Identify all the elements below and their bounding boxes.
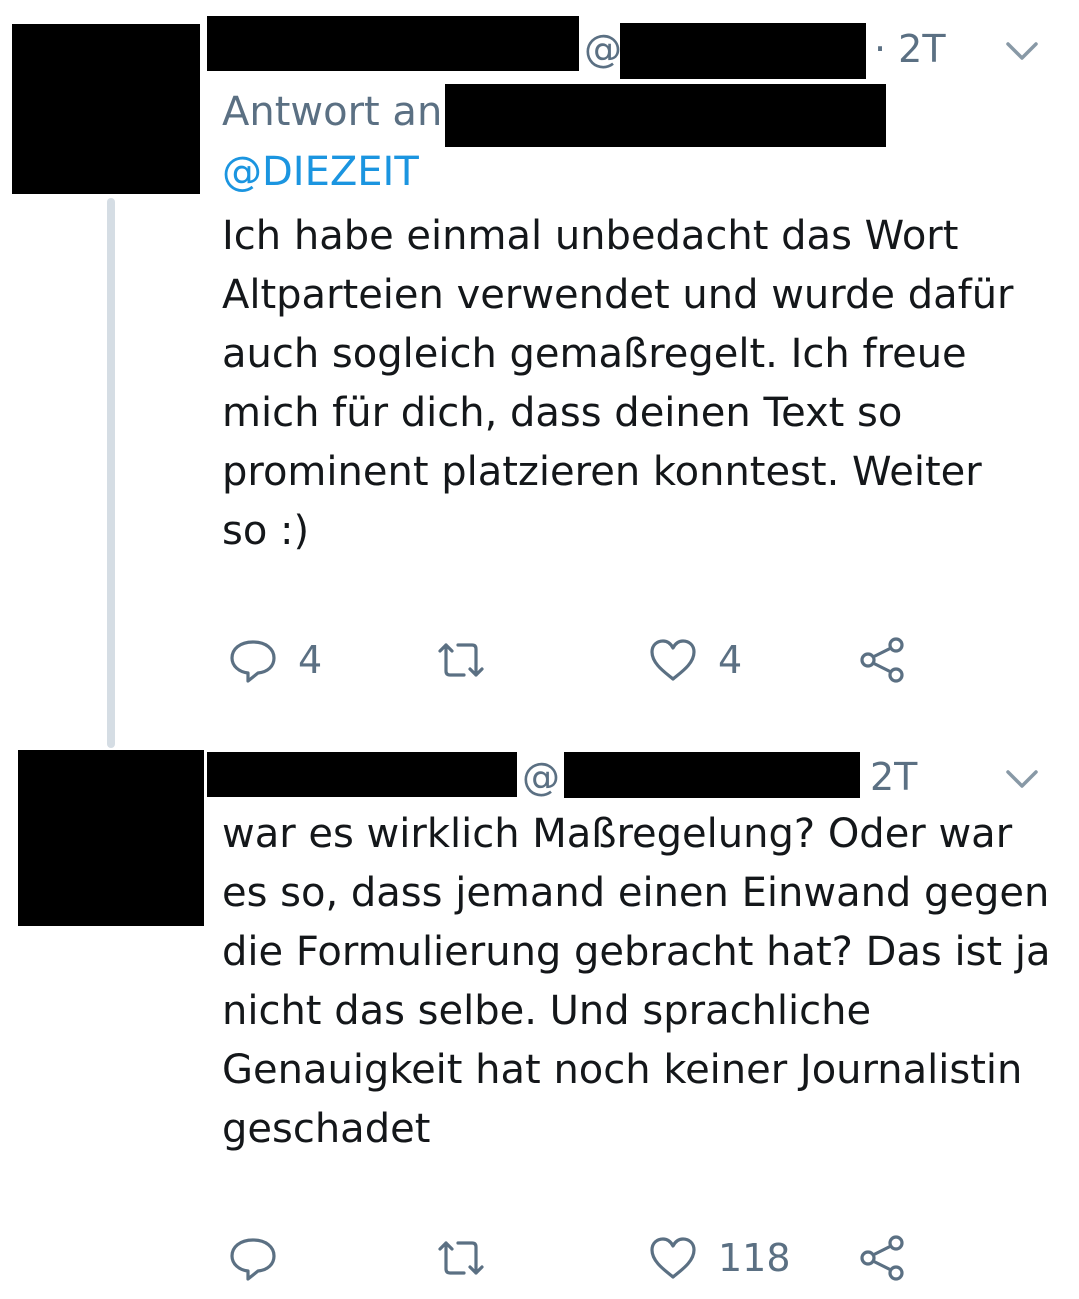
avatar-redacted[interactable] [12, 24, 200, 194]
tweet-timestamp[interactable]: · 2T [874, 30, 946, 68]
retweet-icon [438, 1241, 484, 1275]
thread-connector-line [107, 198, 115, 748]
tweet-text-line: geschadet [222, 1106, 431, 1152]
share-icon [860, 637, 904, 683]
tweet-text-line: mich für dich, dass deinen Text so [222, 390, 903, 436]
handle-at-sign: @ [584, 27, 622, 71]
tweet-text-line: die Formulierung gebracht hat? Das ist j… [222, 929, 1051, 975]
tweet-text-line: Genauigkeit hat noch keiner Journalistin [222, 1047, 1023, 1093]
display-name-redacted[interactable] [207, 16, 579, 71]
tweet-text-line: Ich habe einmal unbedacht das Wort [222, 213, 959, 259]
like-icon [650, 1237, 696, 1279]
tweet-thread: @ · 2T Antwort an @DIEZEIT Ich habe einm… [0, 0, 1079, 1299]
reply-to-label: Antwort an [222, 89, 443, 135]
tweet-actions: 4 4 [222, 630, 942, 690]
share-button[interactable] [856, 1228, 910, 1288]
reply-icon [230, 1238, 276, 1281]
display-name-redacted[interactable] [207, 752, 517, 797]
handle-at-sign: @ [522, 755, 560, 799]
reply-count: 4 [298, 638, 323, 682]
retweet-icon [438, 643, 484, 677]
retweet-button[interactable] [434, 630, 506, 690]
like-icon [650, 639, 696, 681]
handle-redacted[interactable] [620, 23, 866, 79]
reply-button[interactable]: 4 [226, 630, 322, 690]
reply-icon [230, 640, 276, 683]
tweet-text-line: so :) [222, 508, 310, 554]
like-count: 118 [718, 1236, 791, 1280]
retweet-button[interactable] [434, 1228, 506, 1288]
tweet-text-line: war es wirklich Maßregelung? Oder war [222, 811, 1013, 857]
like-button[interactable]: 4 [646, 630, 742, 690]
tweet-body: Ich habe einmal unbedacht das Wort Altpa… [222, 207, 1052, 561]
tweet-text-line: nicht das selbe. Und sprachliche [222, 988, 872, 1034]
share-icon [860, 1235, 904, 1281]
chevron-down-icon[interactable] [1002, 36, 1042, 66]
tweet-body: war es wirklich Maßregelung? Oder war es… [222, 805, 1052, 1159]
tweet-text-line: auch sogleich gemaßregelt. Ich freue [222, 331, 967, 377]
mention-link[interactable]: @DIEZEIT [222, 148, 419, 196]
tweet-actions: 118 [222, 1228, 942, 1288]
like-button[interactable]: 118 [646, 1228, 791, 1288]
reply-to-handle-redacted[interactable] [445, 84, 886, 147]
reply-button[interactable] [226, 1228, 298, 1288]
share-button[interactable] [856, 630, 910, 690]
avatar-redacted[interactable] [18, 750, 204, 926]
tweet-timestamp[interactable]: 2T [870, 758, 917, 796]
handle-redacted[interactable] [564, 752, 860, 798]
tweet-text-line: es so, dass jemand einen Einwand gegen [222, 870, 1050, 916]
tweet-text-line: prominent platzieren konntest. Weiter [222, 449, 982, 495]
tweet-text-line: Altparteien verwendet und wurde dafür [222, 272, 1014, 318]
chevron-down-icon[interactable] [1002, 764, 1042, 794]
like-count: 4 [718, 638, 743, 682]
